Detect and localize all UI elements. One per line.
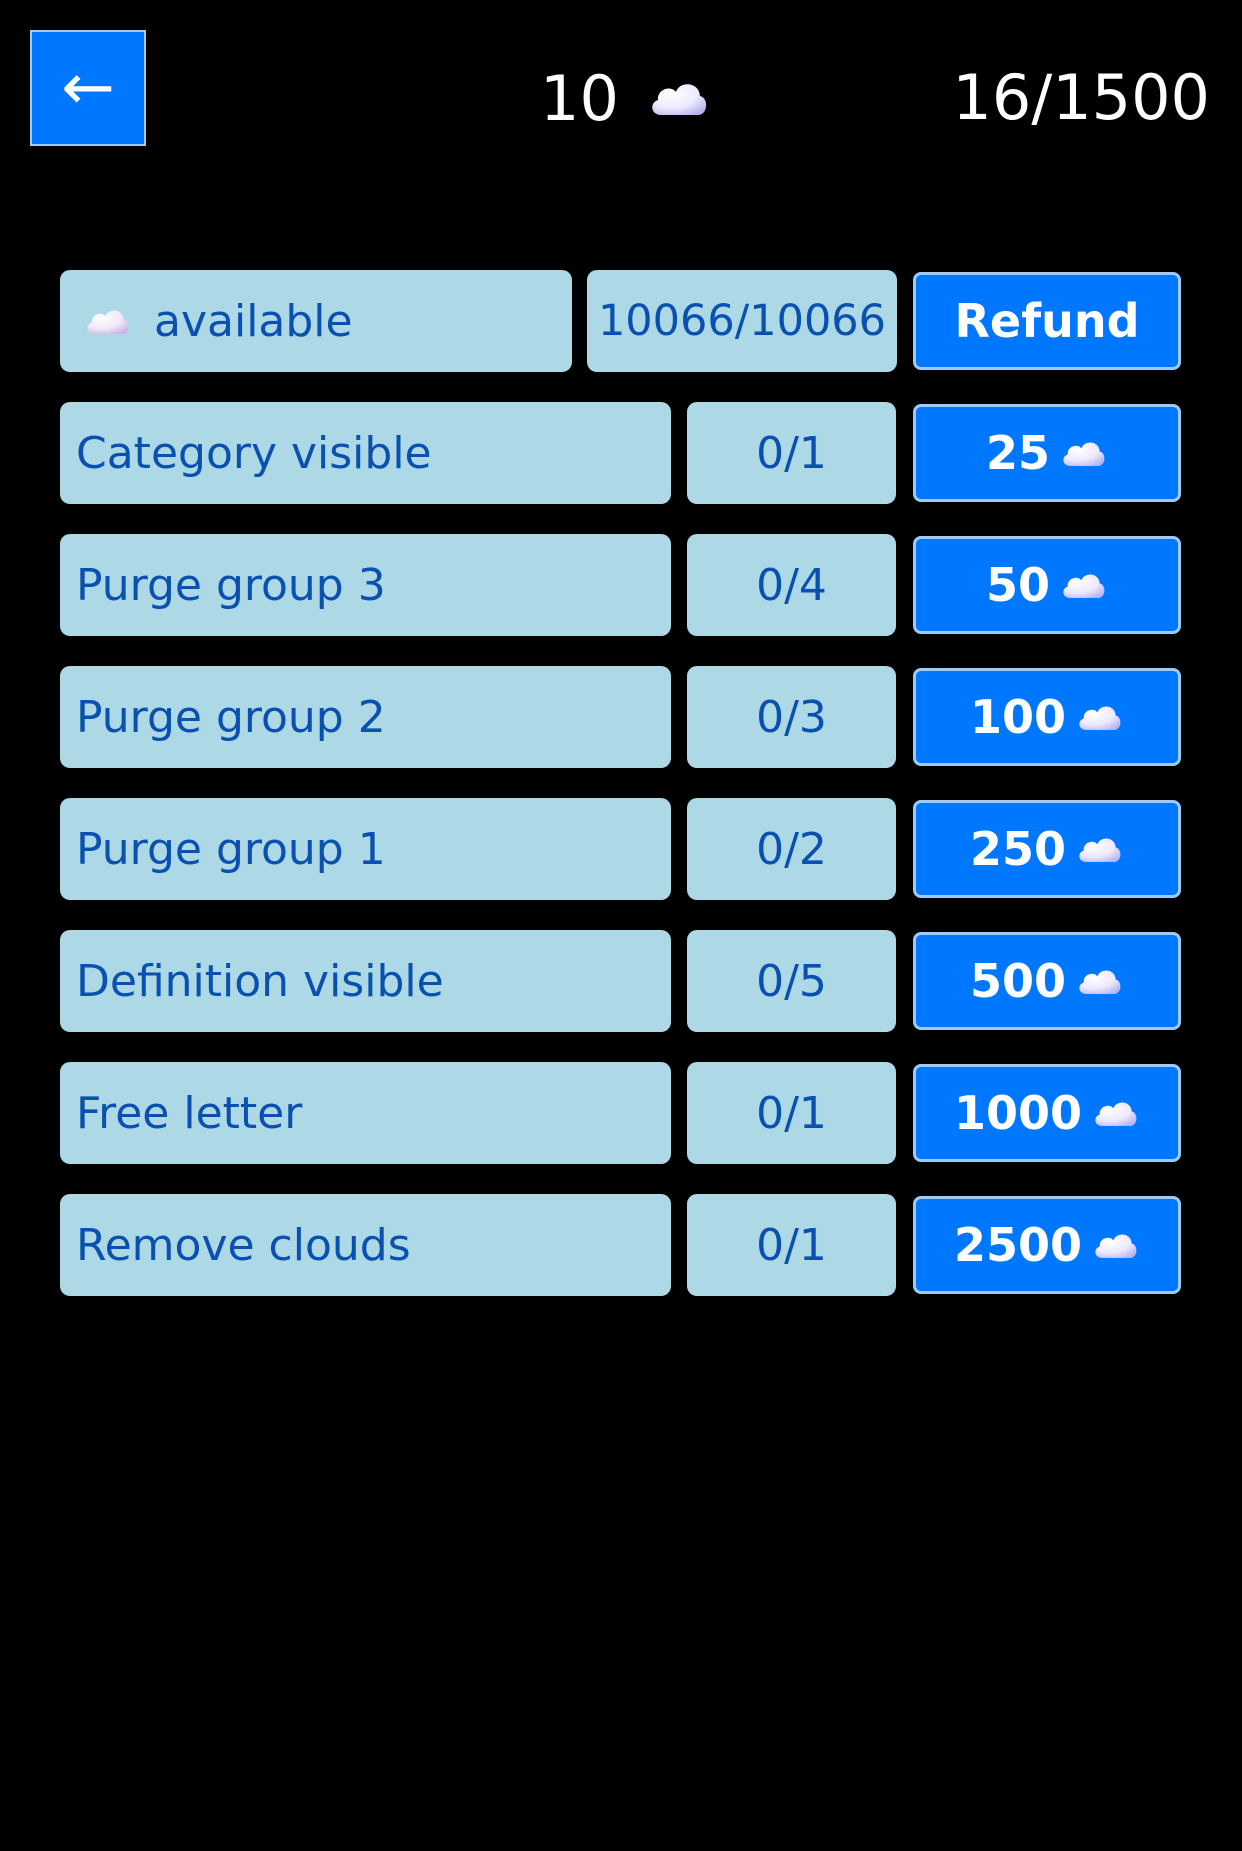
price-label: 25 bbox=[985, 426, 1050, 480]
buy-button[interactable]: 500 bbox=[913, 932, 1181, 1030]
list-item: Purge group 2 0/3 100 bbox=[60, 666, 1181, 768]
item-label: Definition visible bbox=[60, 930, 671, 1032]
cloud-icon bbox=[1090, 1229, 1140, 1261]
coin-counter: 10 bbox=[540, 58, 709, 138]
available-count: 10066/10066 bbox=[587, 270, 897, 372]
available-label-cell: available bbox=[60, 270, 572, 372]
buy-button[interactable]: 25 bbox=[913, 404, 1181, 502]
item-label: Category visible bbox=[60, 402, 671, 504]
cloud-icon bbox=[82, 305, 132, 337]
cloud-icon bbox=[1058, 569, 1108, 601]
shop-list: available 10066/10066 Refund Category vi… bbox=[60, 270, 1181, 1326]
cloud-icon bbox=[1074, 701, 1124, 733]
buy-button[interactable]: 100 bbox=[913, 668, 1181, 766]
list-item: Purge group 1 0/2 250 bbox=[60, 798, 1181, 900]
cloud-icon bbox=[1090, 1097, 1140, 1129]
buy-button[interactable]: 250 bbox=[913, 800, 1181, 898]
item-label: Free letter bbox=[60, 1062, 671, 1164]
buy-button[interactable]: 50 bbox=[913, 536, 1181, 634]
list-item: Remove clouds 0/1 2500 bbox=[60, 1194, 1181, 1296]
coin-count: 10 bbox=[540, 61, 619, 135]
item-label: Purge group 2 bbox=[60, 666, 671, 768]
buy-button[interactable]: 1000 bbox=[913, 1064, 1181, 1162]
buy-button[interactable]: 2500 bbox=[913, 1196, 1181, 1294]
price-label: 50 bbox=[985, 558, 1050, 612]
cloud-icon bbox=[1058, 437, 1108, 469]
item-count: 0/3 bbox=[687, 666, 896, 768]
item-label: Purge group 3 bbox=[60, 534, 671, 636]
back-button[interactable]: ← bbox=[30, 30, 146, 146]
price-label: 500 bbox=[969, 954, 1067, 1008]
price-label: 2500 bbox=[953, 1218, 1083, 1272]
level-progress: 16/1500 bbox=[952, 61, 1210, 134]
available-row: available 10066/10066 Refund bbox=[60, 270, 1181, 372]
item-count: 0/1 bbox=[687, 1062, 896, 1164]
item-label: Remove clouds bbox=[60, 1194, 671, 1296]
item-count: 0/5 bbox=[687, 930, 896, 1032]
cloud-icon bbox=[1074, 833, 1124, 865]
available-label: available bbox=[154, 295, 353, 347]
item-count: 0/1 bbox=[687, 402, 896, 504]
back-arrow-icon: ← bbox=[61, 51, 115, 125]
item-count: 0/2 bbox=[687, 798, 896, 900]
list-item: Definition visible 0/5 500 bbox=[60, 930, 1181, 1032]
refund-label: Refund bbox=[954, 294, 1140, 348]
list-item: Category visible 0/1 25 bbox=[60, 402, 1181, 504]
price-label: 100 bbox=[969, 690, 1067, 744]
item-count: 0/1 bbox=[687, 1194, 896, 1296]
cloud-icon bbox=[647, 77, 709, 119]
price-label: 1000 bbox=[953, 1086, 1083, 1140]
item-label: Purge group 1 bbox=[60, 798, 671, 900]
list-item: Free letter 0/1 1000 bbox=[60, 1062, 1181, 1164]
item-count: 0/4 bbox=[687, 534, 896, 636]
cloud-icon bbox=[1074, 965, 1124, 997]
list-item: Purge group 3 0/4 50 bbox=[60, 534, 1181, 636]
refund-button[interactable]: Refund bbox=[913, 272, 1181, 370]
price-label: 250 bbox=[969, 822, 1067, 876]
